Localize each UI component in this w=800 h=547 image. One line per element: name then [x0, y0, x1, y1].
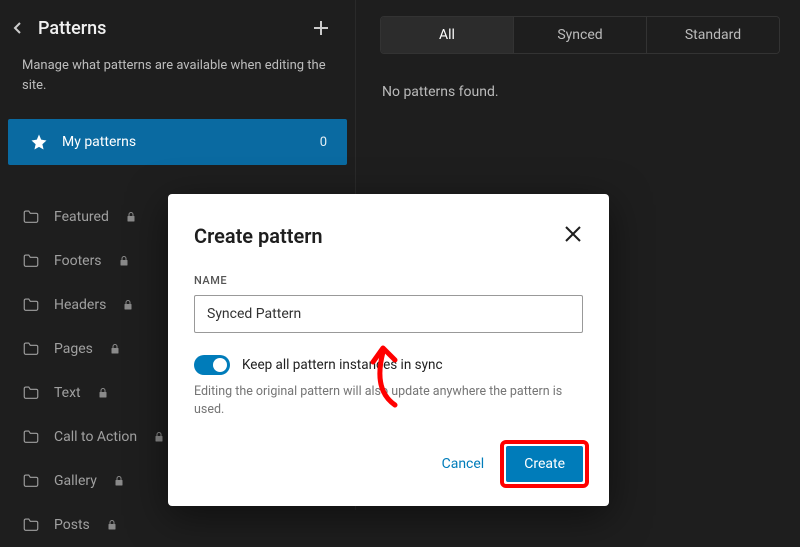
name-field-label: NAME — [194, 274, 583, 287]
folder-icon — [22, 516, 40, 534]
pattern-name-input[interactable] — [194, 295, 583, 333]
close-icon — [563, 224, 583, 244]
sync-toggle[interactable] — [194, 355, 230, 375]
sync-toggle-row: Keep all pattern instances in sync — [194, 355, 583, 375]
category-label: Posts — [54, 517, 90, 533]
toggle-knob — [213, 358, 227, 372]
lock-icon — [106, 519, 118, 531]
create-button-wrap: Create — [506, 446, 583, 482]
cancel-button[interactable]: Cancel — [428, 448, 499, 480]
modal-title: Create pattern — [194, 224, 323, 248]
create-pattern-modal: Create pattern NAME Keep all pattern ins… — [168, 194, 609, 506]
sync-toggle-help: Editing the original pattern will also u… — [194, 383, 583, 418]
create-button[interactable]: Create — [506, 446, 583, 482]
modal-header: Create pattern — [194, 224, 583, 248]
modal-actions: Cancel Create — [194, 446, 583, 482]
close-button[interactable] — [563, 224, 583, 248]
sync-toggle-label: Keep all pattern instances in sync — [242, 357, 443, 373]
